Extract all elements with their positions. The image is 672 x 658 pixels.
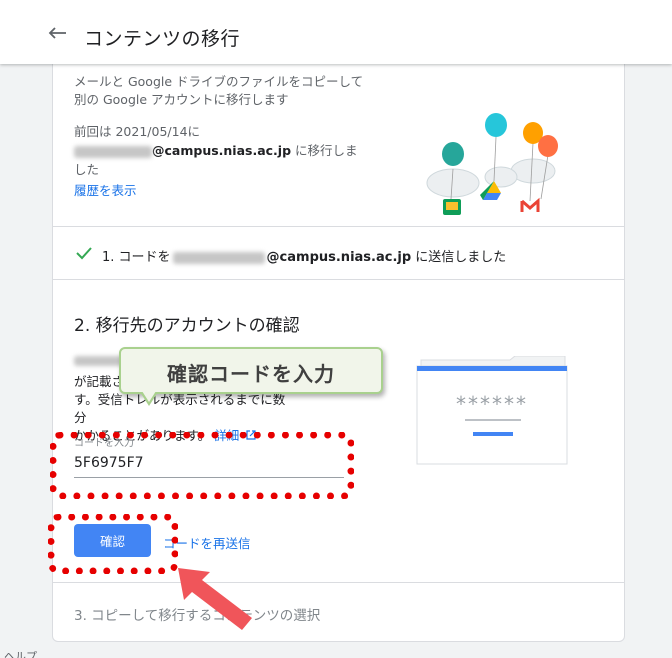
description-text: メールと Google ドライブのファイルをコピーして別の Google アカウ… [74, 74, 364, 107]
overview-section: メールと Google ドライブのファイルをコピーして別の Google アカウ… [53, 51, 624, 227]
instructions-line2: す。受信トレ [74, 392, 148, 407]
code-sent-text: 1. コードを @campus.nias.ac.jp に送信しました [102, 246, 506, 265]
app-bar: コンテンツの移行 [0, 0, 672, 64]
callout-text: 確認コードを入力 [167, 362, 335, 386]
input-highlight-box [50, 432, 354, 499]
code-sent-email-domain: @campus.nias.ac.jp [266, 250, 412, 265]
masked-password-text: ****** [456, 392, 528, 416]
previous-migration-text: 前回は 2021/05/14に @campus.nias.ac.jp に移行しま… [74, 122, 364, 179]
button-highlight-box [48, 514, 178, 574]
page-title: コンテンツの移行 [84, 28, 241, 50]
verify-section-title: 2. 移行先のアカウントの確認 [74, 316, 300, 336]
instructions-line1: が記載さ [74, 374, 125, 389]
callout-tail-inner [142, 391, 156, 402]
code-sent-prefix: 1. コードを [102, 250, 171, 265]
blurred-username [172, 251, 265, 264]
history-link[interactable]: 履歴を表示 [74, 180, 137, 199]
check-icon [76, 247, 92, 260]
arrow-back-icon[interactable] [48, 27, 68, 39]
apps-balloons-illustration [426, 113, 558, 215]
pointer-arrow-icon [178, 568, 252, 630]
callout-bubble: 確認コードを入力 [119, 347, 383, 394]
code-sent-suffix: に送信しました [411, 250, 507, 265]
help-link[interactable]: ヘルプ [4, 648, 37, 658]
previous-date-text: 前回は 2021/05/14に [74, 124, 201, 139]
previous-email-domain: @campus.nias.ac.jp [152, 143, 292, 158]
password-screen-illustration: ****** [416, 356, 568, 465]
blurred-username [74, 145, 152, 158]
select-content-section: 3. コピーして移行するコンテンツの選択 [53, 584, 624, 642]
blurred-text [74, 356, 124, 366]
code-sent-section: 1. コードを @campus.nias.ac.jp に送信しました [53, 228, 624, 280]
